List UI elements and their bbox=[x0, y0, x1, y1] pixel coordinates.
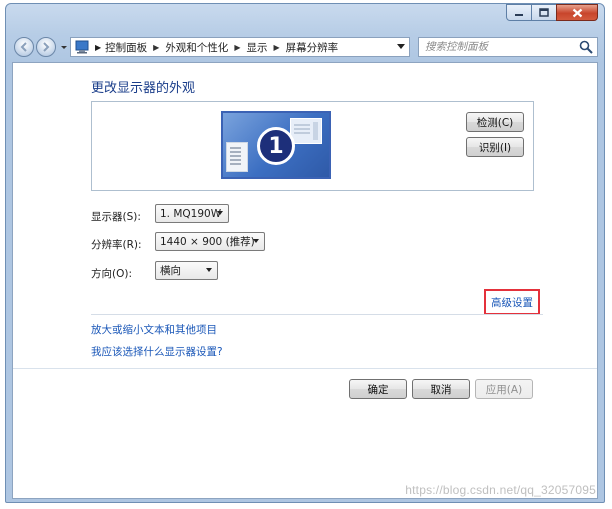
resolution-select[interactable]: 1440 × 900 (推荐) bbox=[155, 232, 265, 251]
close-icon bbox=[572, 8, 582, 17]
which-settings-link[interactable]: 我应该选择什么显示器设置? bbox=[91, 344, 223, 359]
ok-button[interactable]: 确定 bbox=[349, 379, 407, 399]
maximize-button[interactable] bbox=[531, 4, 557, 21]
maximize-icon bbox=[539, 8, 549, 17]
control-panel-icon bbox=[75, 40, 89, 54]
document-preview-icon bbox=[226, 142, 248, 172]
display-select-value: 1. MQ190W bbox=[160, 207, 222, 220]
resolution-label: 分辨率(R): bbox=[91, 239, 142, 251]
monitor-1-tile[interactable]: 1 bbox=[221, 111, 331, 179]
minimize-button[interactable] bbox=[506, 4, 532, 21]
breadcrumb-control-panel[interactable]: 控制面板 bbox=[105, 40, 147, 55]
close-button[interactable] bbox=[556, 4, 598, 21]
chevron-down-icon bbox=[206, 268, 212, 272]
watermark: https://blog.csdn.net/qq_32057095 bbox=[405, 483, 596, 497]
back-button[interactable] bbox=[14, 37, 34, 57]
chevron-down-icon bbox=[253, 239, 259, 243]
divider bbox=[13, 368, 597, 369]
window-preview-icon bbox=[290, 118, 322, 144]
back-arrow-icon bbox=[20, 42, 27, 52]
window-lines-icon bbox=[294, 122, 318, 140]
orientation-select-value: 横向 bbox=[160, 265, 181, 277]
recent-pages-dropdown-icon[interactable] bbox=[60, 43, 68, 51]
breadcrumb-separator-icon[interactable]: ▶ bbox=[153, 43, 159, 52]
forward-button[interactable] bbox=[36, 37, 56, 57]
resolution-select-value: 1440 × 900 (推荐) bbox=[160, 236, 255, 248]
breadcrumb-separator-icon: ▶ bbox=[95, 42, 102, 52]
chevron-down-icon bbox=[217, 211, 223, 215]
monitor-number-badge: 1 bbox=[257, 127, 295, 165]
content-pane: 更改显示器的外观 1 检测(C) 识别(I) 显示器(S): 1. MQ190W… bbox=[12, 62, 598, 499]
breadcrumb-separator-icon[interactable]: ▶ bbox=[273, 43, 279, 52]
advanced-settings-link[interactable]: 高级设置 bbox=[491, 295, 533, 310]
detect-button[interactable]: 检测(C) bbox=[466, 112, 524, 132]
address-dropdown-icon[interactable] bbox=[397, 44, 405, 50]
caption-buttons bbox=[506, 4, 598, 21]
breadcrumb-separator-icon[interactable]: ▶ bbox=[234, 43, 240, 52]
search-input[interactable] bbox=[419, 40, 578, 54]
forward-arrow-icon bbox=[43, 42, 50, 52]
page-title: 更改显示器的外观 bbox=[91, 81, 196, 96]
divider bbox=[91, 314, 543, 315]
screen-resolution-window: ▶ 控制面板 ▶ 外观和个性化 ▶ 显示 ▶ 屏幕分辨率 搜索控制面板 更改显示… bbox=[5, 3, 605, 503]
identify-button[interactable]: 识别(I) bbox=[466, 137, 524, 157]
cancel-button[interactable]: 取消 bbox=[412, 379, 470, 399]
display-select[interactable]: 1. MQ190W bbox=[155, 204, 229, 223]
advanced-settings-highlight: 高级设置 bbox=[484, 289, 540, 315]
search-box[interactable] bbox=[418, 37, 598, 57]
search-icon[interactable] bbox=[578, 39, 594, 55]
text-size-link[interactable]: 放大或缩小文本和其他项目 bbox=[91, 322, 217, 337]
display-label: 显示器(S): bbox=[91, 211, 141, 223]
orientation-select[interactable]: 横向 bbox=[155, 261, 218, 280]
breadcrumb-display[interactable]: 显示 bbox=[246, 40, 267, 55]
navigation-bar: ▶ 控制面板 ▶ 外观和个性化 ▶ 显示 ▶ 屏幕分辨率 bbox=[12, 35, 598, 61]
breadcrumb-screen-resolution[interactable]: 屏幕分辨率 bbox=[286, 40, 339, 55]
minimize-icon bbox=[515, 13, 523, 16]
address-bar[interactable]: ▶ 控制面板 ▶ 外观和个性化 ▶ 显示 ▶ 屏幕分辨率 bbox=[70, 37, 410, 57]
monitor-arrangement-area: 1 检测(C) 识别(I) bbox=[91, 101, 534, 191]
breadcrumb-appearance[interactable]: 外观和个性化 bbox=[165, 40, 228, 55]
document-lines-icon bbox=[230, 147, 241, 165]
orientation-label: 方向(O): bbox=[91, 268, 132, 280]
breadcrumb: 控制面板 ▶ 外观和个性化 ▶ 显示 ▶ 屏幕分辨率 bbox=[105, 40, 338, 55]
apply-button[interactable]: 应用(A) bbox=[475, 379, 533, 399]
